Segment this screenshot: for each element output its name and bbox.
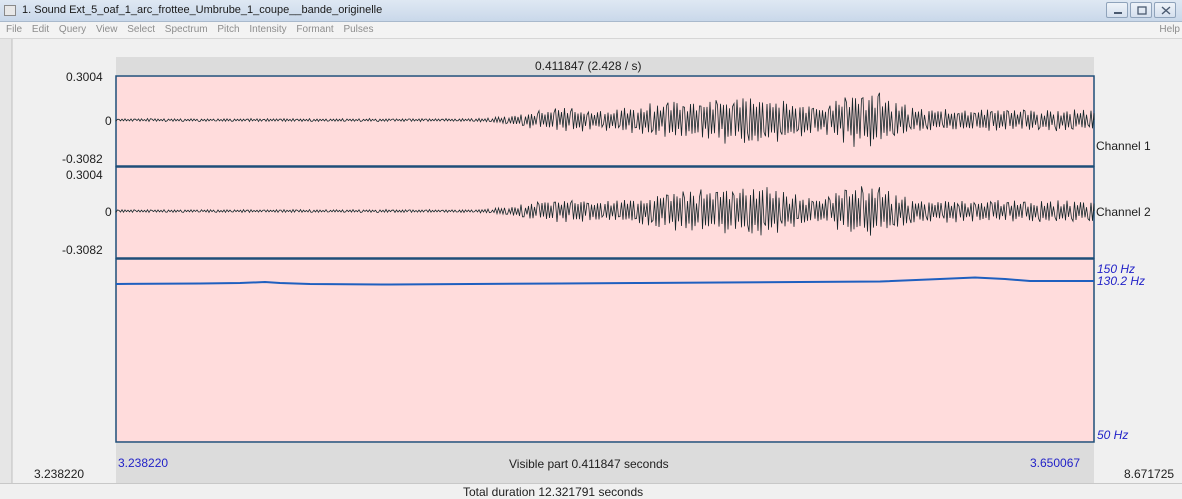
visible-part-label[interactable]: Visible part 0.411847 seconds (509, 457, 669, 471)
selection-duration-label[interactable]: 0.411847 (2.428 / s) (535, 59, 642, 73)
channel-2-zero-label: 0 (105, 205, 112, 219)
channel-2-panel[interactable] (115, 166, 1095, 259)
right-total-time[interactable]: 8.671725 (1124, 467, 1174, 481)
view-start-time: 3.238220 (118, 456, 169, 470)
sound-editor-canvas (0, 39, 1095, 483)
channel-1-name: Channel 1 (1096, 139, 1151, 153)
view-end-time: 3.650067 (1030, 456, 1081, 470)
channel-1-zero-label: 0 (105, 114, 112, 128)
pitch-bottom-label: 50 Hz (1097, 428, 1129, 442)
channel-2-max-label: 0.3004 (66, 168, 103, 182)
channel-2-name: Channel 2 (1096, 205, 1151, 219)
pitch-current-label: 130.2 Hz (1097, 274, 1146, 288)
total-duration-bar[interactable]: Total duration 12.321791 seconds (0, 483, 1182, 499)
channel-1-max-label: 0.3004 (66, 70, 103, 84)
channel-2-min-label: -0.3082 (62, 243, 103, 257)
pitch-panel[interactable] (115, 258, 1095, 443)
channel-1-panel[interactable] (115, 75, 1095, 167)
channel-1-min-label: -0.3082 (62, 152, 103, 166)
left-total-time[interactable]: 3.238220 (34, 467, 84, 481)
left-scroll-strip (0, 39, 12, 483)
